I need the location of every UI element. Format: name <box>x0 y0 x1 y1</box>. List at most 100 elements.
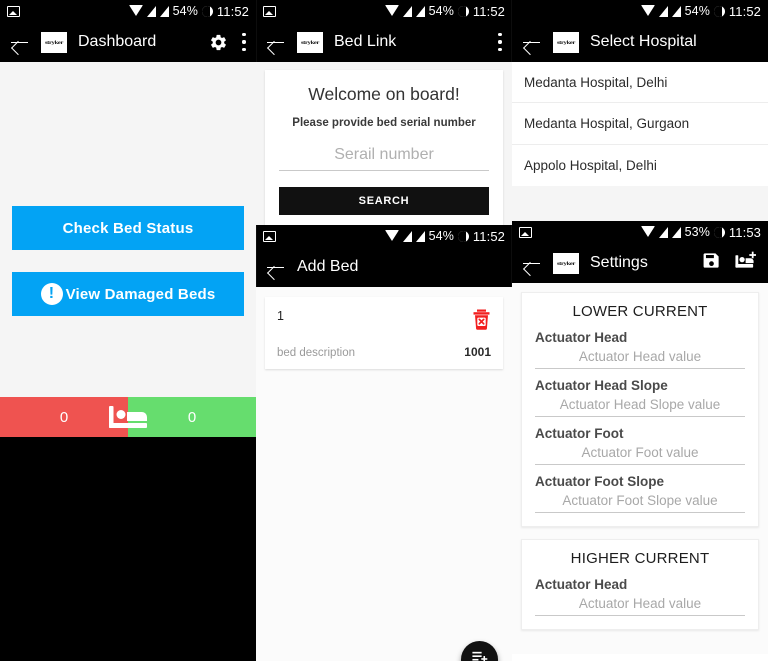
wifi-icon <box>384 4 399 16</box>
statusbar-settings: 53% 11:53 <box>512 221 768 243</box>
more-vert-icon[interactable] <box>242 33 246 51</box>
field-input-actuator-foot-slope[interactable] <box>535 491 745 513</box>
bed-list-item[interactable]: 1 bed description 1001 <box>265 297 503 369</box>
field-label-actuator-head: Actuator Head <box>535 330 628 345</box>
welcome-subheading: Please provide bed serial number <box>292 117 476 129</box>
field-label-actuator-foot-slope: Actuator Foot Slope <box>535 474 664 489</box>
page-title-addbed: Add Bed <box>297 258 359 275</box>
signal-icon-2 <box>415 230 425 242</box>
bed-number: 1 <box>277 309 284 323</box>
image-icon <box>263 230 276 242</box>
battery-level: 54% <box>428 4 454 18</box>
panel-hospital-settings: 54% 11:52 stryker Select Hospital Medant… <box>512 0 768 661</box>
check-bed-status-button[interactable]: Check Bed Status <box>12 206 244 250</box>
signal-icon-1 <box>402 5 412 17</box>
settings-card-lower-current: LOWER CURRENT Actuator Head Actuator Hea… <box>521 292 759 527</box>
welcome-heading: Welcome on board! <box>308 84 460 104</box>
field-label-actuator-head-slope: Actuator Head Slope <box>535 378 668 393</box>
image-icon <box>519 226 532 238</box>
hospital-list-item[interactable]: Appolo Hospital, Delhi <box>512 145 768 186</box>
clock: 11:52 <box>216 3 249 19</box>
hospital-list-item[interactable]: Medanta Hospital, Delhi <box>512 62 768 104</box>
settings-card-higher-current: HIGHER CURRENT Actuator Head <box>521 539 759 630</box>
statusbar-notifications <box>7 5 20 17</box>
wifi-icon <box>640 225 655 237</box>
field-input-actuator-foot[interactable] <box>535 443 745 465</box>
statusbar-indicators: 54% 11:52 <box>128 3 249 19</box>
clock: 11:52 <box>472 3 505 19</box>
signal-icon-2 <box>671 5 681 17</box>
add-bed-fab[interactable] <box>461 641 498 661</box>
appbar-settings: stryker Settings <box>512 243 768 283</box>
statusbar-hospital: 54% 11:52 <box>512 0 768 22</box>
signal-icon-1 <box>146 5 156 17</box>
stryker-logo: stryker <box>553 31 579 53</box>
field-label-actuator-head-higher: Actuator Head <box>535 577 628 592</box>
signal-icon-1 <box>658 226 668 238</box>
search-button[interactable]: SEARCH <box>279 187 489 215</box>
appbar-dashboard: stryker Dashboard <box>0 22 256 62</box>
warning-icon: ! <box>40 283 63 305</box>
back-arrow-icon[interactable] <box>266 257 286 277</box>
view-damaged-beds-label: View Damaged Beds <box>65 285 216 303</box>
bed-description: bed description <box>277 347 355 359</box>
playlist-add-icon <box>471 649 488 661</box>
page-title-dashboard: Dashboard <box>78 33 157 50</box>
hospital-list-item[interactable]: Medanta Hospital, Gurgaon <box>512 103 768 145</box>
appbar-bedlink: stryker Bed Link <box>256 22 512 62</box>
signal-icon-1 <box>658 5 668 17</box>
bed-id: 1001 <box>464 345 491 359</box>
welcome-card: Welcome on board! Please provide bed ser… <box>265 70 503 231</box>
signal-icon-2 <box>671 226 681 238</box>
field-input-actuator-head-slope[interactable] <box>535 395 745 417</box>
field-label-actuator-foot: Actuator Foot <box>535 426 624 441</box>
field-input-actuator-head-higher[interactable] <box>535 594 745 616</box>
field-input-actuator-head[interactable] <box>535 347 745 369</box>
addbed-content: 1 bed description 1001 <box>256 287 512 661</box>
clock: 11:52 <box>728 3 761 19</box>
appbar-hospital: stryker Select Hospital <box>512 22 768 62</box>
back-arrow-icon[interactable] <box>266 32 286 52</box>
gear-icon[interactable] <box>209 33 228 52</box>
bed-counter-bar: 0 0 <box>0 397 256 437</box>
statusbar-bedlink: 54% 11:52 <box>256 0 512 22</box>
dnd-icon <box>713 226 725 238</box>
hospital-list-empty-space <box>512 186 768 221</box>
screenshot-stage: 54% 11:52 stryker Dashboard Check Bed St… <box>0 0 768 661</box>
save-icon[interactable] <box>702 251 721 275</box>
panel-bedlink-addbed: 54% 11:52 stryker Bed Link Welcome on bo… <box>256 0 512 661</box>
statusbar-dashboard: 54% 11:52 <box>0 0 256 22</box>
battery-level: 54% <box>428 229 454 243</box>
image-icon <box>263 5 276 17</box>
dnd-icon <box>457 5 469 17</box>
more-vert-icon[interactable] <box>498 33 502 51</box>
appbar-actions-dashboard <box>209 33 246 52</box>
battery-level: 54% <box>172 4 198 18</box>
bed-icon <box>106 402 150 432</box>
page-title-bedlink: Bed Link <box>334 33 397 50</box>
battery-level: 54% <box>684 4 710 18</box>
dashboard-content: Check Bed Status ! View Damaged Beds <box>0 62 256 437</box>
signal-icon-1 <box>402 230 412 242</box>
panel-dashboard: 54% 11:52 stryker Dashboard Check Bed St… <box>0 0 256 661</box>
delete-icon[interactable] <box>472 309 491 330</box>
settings-card-title: HIGHER CURRENT <box>570 550 710 567</box>
stryker-logo-text: stryker <box>300 39 320 45</box>
stryker-logo: stryker <box>297 31 323 53</box>
clock: 11:52 <box>472 228 505 244</box>
stryker-logo-text: stryker <box>556 260 576 266</box>
appbar-addbed: Add Bed <box>256 247 512 287</box>
bed-add-icon[interactable] <box>735 251 758 275</box>
back-arrow-icon[interactable] <box>522 253 542 273</box>
signal-icon-2 <box>159 5 169 17</box>
back-arrow-icon[interactable] <box>522 32 542 52</box>
wifi-icon <box>128 4 143 16</box>
back-arrow-icon[interactable] <box>10 32 30 52</box>
stryker-logo-text: stryker <box>44 39 64 45</box>
view-damaged-beds-button[interactable]: ! View Damaged Beds <box>12 272 244 316</box>
serial-number-input[interactable] <box>279 143 489 171</box>
dnd-icon <box>457 230 469 242</box>
stryker-logo: stryker <box>41 31 67 53</box>
battery-level: 53% <box>684 225 710 239</box>
wifi-icon <box>640 4 655 16</box>
